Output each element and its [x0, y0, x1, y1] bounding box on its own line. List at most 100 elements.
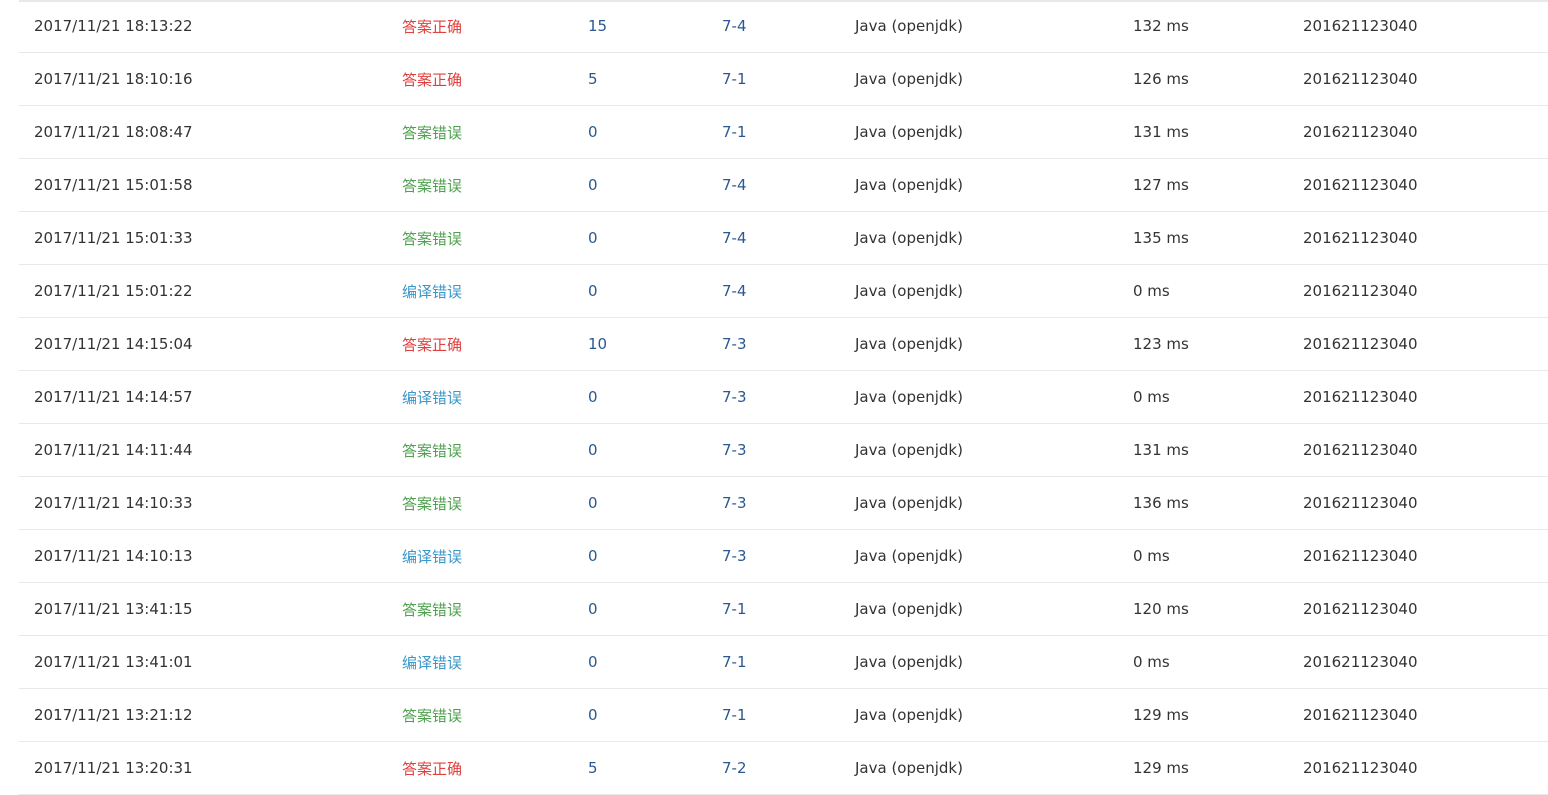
submission-time: 2017/11/21 18:08:47 [34, 123, 193, 141]
submission-status-link[interactable]: 答案错误 [402, 689, 462, 741]
status-text[interactable]: 答案错误 [402, 599, 462, 620]
submission-score-link[interactable]: 0 [588, 636, 598, 688]
submission-score-link[interactable]: 0 [588, 424, 598, 476]
submission-user: 201621123040 [1303, 706, 1418, 724]
submission-score-link[interactable]: 15 [588, 0, 607, 52]
submission-user: 201621123040 [1303, 441, 1418, 459]
submission-runtime: 127 ms [1133, 176, 1189, 194]
status-text[interactable]: 编译错误 [402, 281, 462, 302]
status-text[interactable]: 答案错误 [402, 122, 462, 143]
submission-score-link[interactable]: 0 [588, 371, 598, 423]
status-text[interactable]: 答案错误 [402, 228, 462, 249]
submission-user: 201621123040 [1303, 176, 1418, 194]
submission-runtime: 126 ms [1133, 70, 1189, 88]
table-row: 2017/11/21 14:14:57 编译错误 0 7-3 Java (ope… [19, 371, 1548, 424]
problem-link[interactable]: 7-2 [722, 742, 747, 794]
submission-score-link[interactable]: 0 [588, 159, 598, 211]
table-row: 2017/11/21 18:08:47 答案错误 0 7-1 Java (ope… [19, 106, 1548, 159]
problem-link[interactable]: 7-3 [722, 530, 747, 582]
problem-link[interactable]: 7-4 [722, 159, 747, 211]
table-row: 2017/11/21 13:41:15 答案错误 0 7-1 Java (ope… [19, 583, 1548, 636]
submission-user: 201621123040 [1303, 70, 1418, 88]
submission-status-link[interactable]: 答案错误 [402, 583, 462, 635]
submission-status-link[interactable]: 答案错误 [402, 106, 462, 158]
status-text[interactable]: 编译错误 [402, 652, 462, 673]
submission-user: 201621123040 [1303, 229, 1418, 247]
status-text[interactable]: 答案正确 [402, 334, 462, 355]
submission-status-link[interactable]: 编译错误 [402, 371, 462, 423]
status-text[interactable]: 答案正确 [402, 69, 462, 90]
problem-link[interactable]: 7-1 [722, 106, 747, 158]
submission-status-link[interactable]: 答案错误 [402, 159, 462, 211]
submission-score-link[interactable]: 10 [588, 318, 607, 370]
submission-runtime: 132 ms [1133, 17, 1189, 35]
submission-user: 201621123040 [1303, 600, 1418, 618]
submission-score-link[interactable]: 5 [588, 742, 598, 794]
submission-status-link[interactable]: 编译错误 [402, 530, 462, 582]
status-text[interactable]: 答案错误 [402, 493, 462, 514]
status-text[interactable]: 答案正确 [402, 16, 462, 37]
status-text[interactable]: 编译错误 [402, 546, 462, 567]
submission-time: 2017/11/21 14:10:33 [34, 494, 193, 512]
problem-link[interactable]: 7-3 [722, 424, 747, 476]
submission-status-link[interactable]: 答案正确 [402, 318, 462, 370]
submission-time: 2017/11/21 18:10:16 [34, 70, 193, 88]
submission-status-link[interactable]: 编译错误 [402, 636, 462, 688]
table-row: 2017/11/21 14:11:44 答案错误 0 7-3 Java (ope… [19, 424, 1548, 477]
submission-score-link[interactable]: 0 [588, 477, 598, 529]
table-row: 2017/11/21 15:01:22 编译错误 0 7-4 Java (ope… [19, 265, 1548, 318]
problem-link[interactable]: 7-1 [722, 636, 747, 688]
submission-language: Java (openjdk) [855, 706, 963, 724]
submission-language: Java (openjdk) [855, 123, 963, 141]
submission-time: 2017/11/21 18:13:22 [34, 17, 193, 35]
problem-link[interactable]: 7-3 [722, 318, 747, 370]
submission-score-link[interactable]: 0 [588, 530, 598, 582]
submission-language: Java (openjdk) [855, 547, 963, 565]
submission-runtime: 0 ms [1133, 547, 1170, 565]
submission-language: Java (openjdk) [855, 335, 963, 353]
submission-time: 2017/11/21 14:10:13 [34, 547, 193, 565]
table-row: 2017/11/21 18:13:22 答案正确 15 7-4 Java (op… [19, 0, 1548, 53]
submission-status-link[interactable]: 答案正确 [402, 53, 462, 105]
problem-link[interactable]: 7-1 [722, 583, 747, 635]
submission-score-link[interactable]: 0 [588, 583, 598, 635]
submission-status-link[interactable]: 答案错误 [402, 424, 462, 476]
submission-time: 2017/11/21 15:01:22 [34, 282, 193, 300]
submission-language: Java (openjdk) [855, 388, 963, 406]
status-text[interactable]: 答案错误 [402, 440, 462, 461]
submission-runtime: 131 ms [1133, 441, 1189, 459]
submission-status-link[interactable]: 答案正确 [402, 0, 462, 52]
table-row: 2017/11/21 14:10:13 编译错误 0 7-3 Java (ope… [19, 530, 1548, 583]
problem-link[interactable]: 7-4 [722, 265, 747, 317]
submission-user: 201621123040 [1303, 388, 1418, 406]
problem-link[interactable]: 7-3 [722, 371, 747, 423]
submission-runtime: 123 ms [1133, 335, 1189, 353]
submission-time: 2017/11/21 15:01:58 [34, 176, 193, 194]
problem-link[interactable]: 7-4 [722, 0, 747, 52]
submission-score-link[interactable]: 5 [588, 53, 598, 105]
submission-runtime: 120 ms [1133, 600, 1189, 618]
submission-runtime: 135 ms [1133, 229, 1189, 247]
submission-runtime: 136 ms [1133, 494, 1189, 512]
problem-link[interactable]: 7-4 [722, 212, 747, 264]
submission-status-link[interactable]: 答案错误 [402, 212, 462, 264]
submission-score-link[interactable]: 0 [588, 212, 598, 264]
submission-score-link[interactable]: 0 [588, 689, 598, 741]
status-text[interactable]: 答案错误 [402, 705, 462, 726]
submission-status-link[interactable]: 编译错误 [402, 265, 462, 317]
submission-score-link[interactable]: 0 [588, 265, 598, 317]
submission-status-link[interactable]: 答案错误 [402, 477, 462, 529]
status-text[interactable]: 编译错误 [402, 387, 462, 408]
status-text[interactable]: 答案错误 [402, 175, 462, 196]
submission-time: 2017/11/21 14:14:57 [34, 388, 193, 406]
submission-time: 2017/11/21 14:11:44 [34, 441, 193, 459]
submission-language: Java (openjdk) [855, 494, 963, 512]
problem-link[interactable]: 7-3 [722, 477, 747, 529]
problem-link[interactable]: 7-1 [722, 689, 747, 741]
submission-status-link[interactable]: 答案正确 [402, 742, 462, 794]
problem-link[interactable]: 7-1 [722, 53, 747, 105]
table-row: 2017/11/21 13:21:12 答案错误 0 7-1 Java (ope… [19, 689, 1548, 742]
status-text[interactable]: 答案正确 [402, 758, 462, 779]
submission-score-link[interactable]: 0 [588, 106, 598, 158]
table-row: 2017/11/21 18:10:16 答案正确 5 7-1 Java (ope… [19, 53, 1548, 106]
